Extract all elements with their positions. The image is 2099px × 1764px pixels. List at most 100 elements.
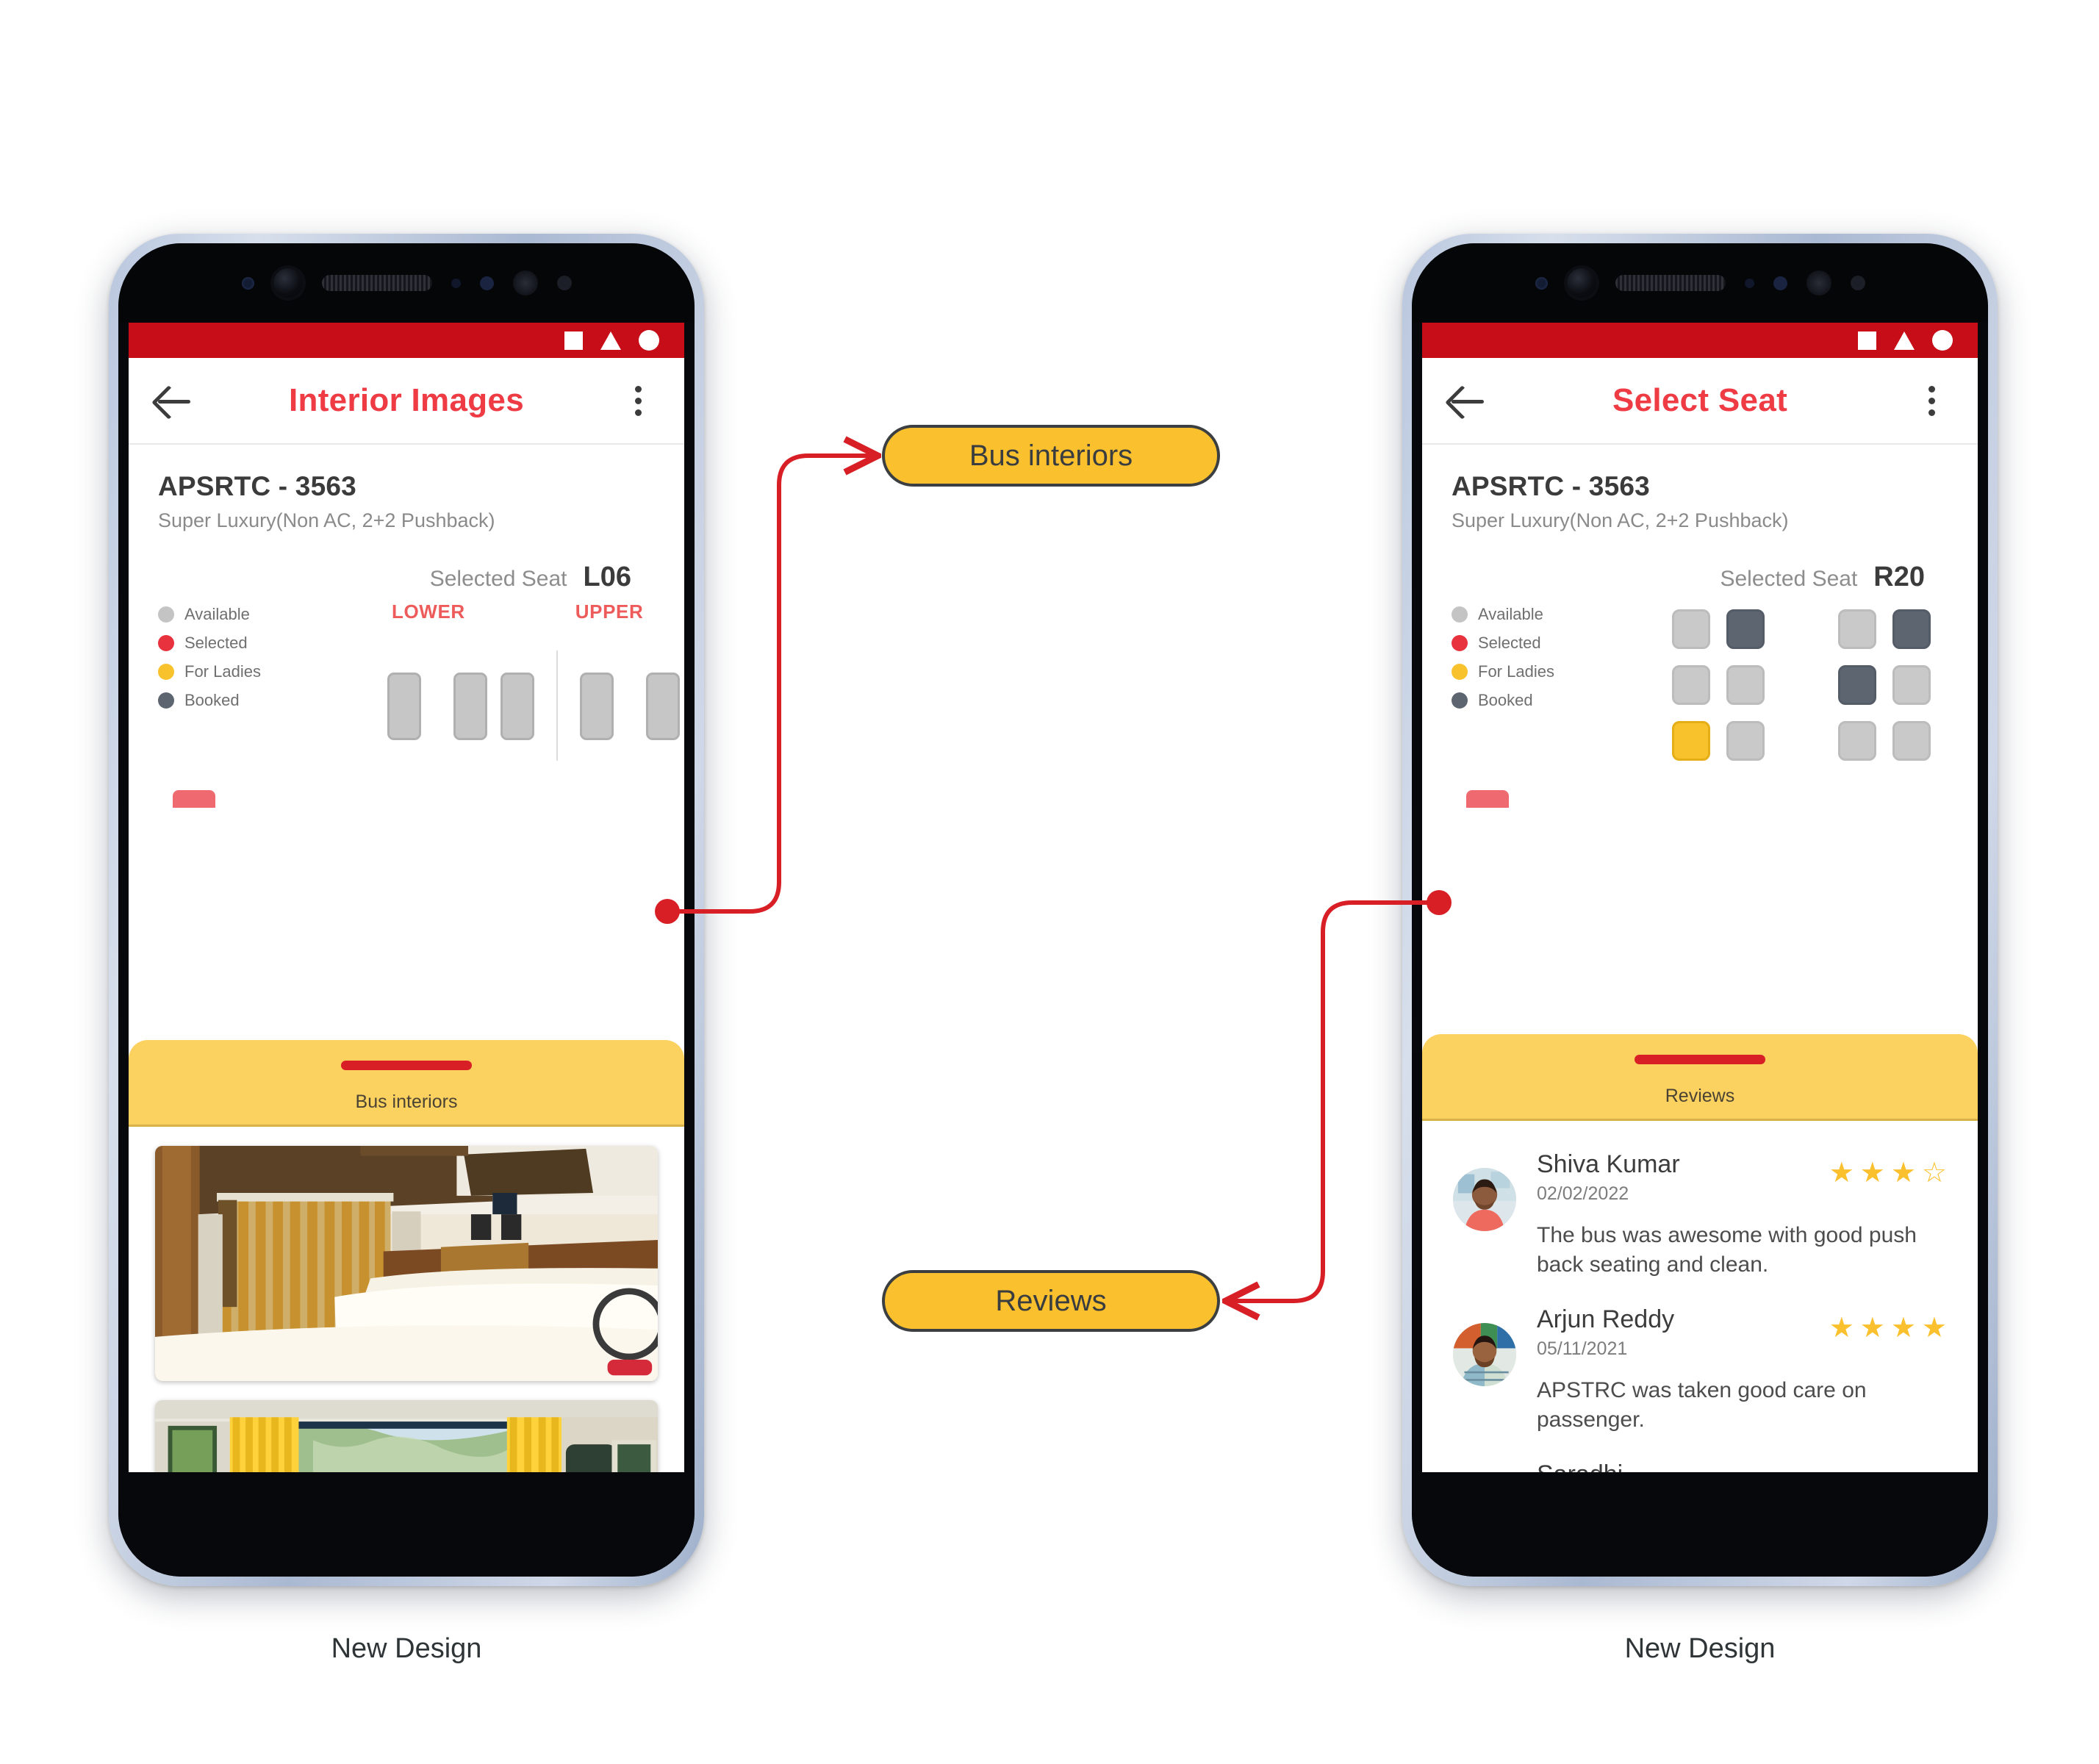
legend-item-selected: Selected [1452, 634, 1643, 653]
tab-active-indicator [1635, 1055, 1765, 1064]
seat-available[interactable] [1672, 609, 1710, 649]
square-icon [564, 331, 583, 350]
back-arrow-icon[interactable] [1449, 381, 1488, 420]
left-phone-caption: New Design [331, 1633, 482, 1664]
left-seat-map-area: Available Selected For Ladies Booked LOW… [129, 593, 684, 814]
seat-booked[interactable] [1726, 609, 1765, 649]
star-filled: ★ [1921, 1313, 1947, 1344]
legend-label-available: Available [184, 605, 250, 623]
tab-active-indicator [341, 1061, 472, 1070]
legend-item-for-ladies: For Ladies [1452, 662, 1643, 681]
deck-labels: LOWER UPPER [371, 600, 684, 623]
legend-item-selected: Selected [158, 634, 349, 653]
legend-dot-selected [1452, 635, 1468, 651]
legend-item-booked: Booked [1452, 691, 1643, 710]
legend-label-booked: Booked [1478, 691, 1533, 709]
callout-bus-interiors[interactable]: Bus interiors [882, 425, 1220, 487]
legend-dot-for-ladies [1452, 664, 1468, 680]
triangle-icon [1894, 331, 1915, 350]
iris-sensor-icon [479, 276, 494, 290]
seat-row [1672, 721, 1931, 761]
back-arrow-icon[interactable] [155, 381, 195, 420]
kebab-menu-icon[interactable] [618, 385, 658, 416]
right-app-bar: Select Seat [1422, 358, 1978, 445]
bus-type: Super Luxury(Non AC, 2+2 Pushback) [158, 509, 495, 531]
callout-reviews[interactable]: Reviews [882, 1270, 1220, 1332]
legend-item-available: Available [1452, 605, 1643, 624]
right-status-bar [1422, 323, 1978, 358]
right-tab-reviews[interactable]: Reviews [1422, 1034, 1978, 1121]
left-tab-bus-interiors[interactable]: Bus interiors [129, 1040, 684, 1127]
star-filled: ★ [1890, 1158, 1916, 1188]
rating-stars: ★ ★ ★ ☆ [1829, 1150, 1947, 1187]
right-phone-body: Select Seat APSRTC - 3563 Super Luxury(N… [1412, 243, 1988, 1577]
tab-label: Bus interiors [355, 1091, 458, 1112]
legend-label-selected: Selected [1478, 634, 1541, 652]
review-item: Shiva Kumar 02/02/2022 ★ ★ ★ ☆ The bus w… [1422, 1131, 1978, 1286]
berth-seat[interactable] [500, 673, 534, 740]
seat-available[interactable] [1892, 721, 1931, 761]
legend-label-selected: Selected [184, 634, 248, 652]
front-camera-icon [1566, 268, 1596, 298]
seat-available[interactable] [1726, 665, 1765, 705]
seat-for-ladies[interactable] [1672, 721, 1710, 761]
light-sensor-icon [451, 278, 461, 288]
page-canvas: Interior Images APSRTC - 3563 Super Luxu… [0, 0, 2099, 1764]
reviews-list[interactable]: Shiva Kumar 02/02/2022 ★ ★ ★ ☆ The bus w… [1422, 1121, 1978, 1491]
seat-available[interactable] [1892, 665, 1931, 705]
light-sensor-icon [1744, 278, 1754, 288]
tab-label: Reviews [1665, 1086, 1735, 1106]
legend-dot-for-ladies [158, 664, 174, 680]
square-icon [1858, 331, 1876, 350]
seat-available[interactable] [1672, 665, 1710, 705]
bus-type: Super Luxury(Non AC, 2+2 Pushback) [1452, 509, 1789, 531]
right-phone-mockup: Select Seat APSRTC - 3563 Super Luxury(N… [1402, 234, 1998, 1586]
led-indicator-icon [1850, 276, 1865, 290]
seat-grid [1672, 609, 1931, 777]
phone-sensor-strip [118, 243, 695, 323]
selected-seat-marker [1466, 790, 1509, 808]
review-text: The bus was awesome with good push back … [1537, 1223, 1917, 1277]
ir-emitter-icon [1806, 270, 1831, 295]
interior-photo-sleeper-berth-orange-curtain[interactable] [155, 1146, 658, 1381]
left-phone-chin [118, 1472, 695, 1577]
triangle-icon [600, 331, 621, 350]
right-legend: Available Selected For Ladies Booked [1452, 605, 1643, 720]
seat-available[interactable] [1726, 721, 1765, 761]
right-phone-screen: Select Seat APSRTC - 3563 Super Luxury(N… [1422, 323, 1978, 1491]
berth-seat[interactable] [646, 673, 680, 740]
deck-label-upper: UPPER [575, 600, 644, 623]
deck-label-lower: LOWER [392, 600, 465, 623]
star-filled: ★ [1890, 1313, 1916, 1344]
ir-emitter-icon [512, 270, 538, 295]
berth-seat[interactable] [453, 673, 487, 740]
page-title: Interior Images [289, 382, 524, 418]
seat-booked[interactable] [1892, 609, 1931, 649]
star-filled: ★ [1829, 1313, 1854, 1344]
star-empty: ☆ [1921, 1158, 1947, 1188]
selected-seat-value: L06 [583, 562, 631, 592]
bus-name: APSRTC - 3563 [158, 471, 356, 501]
interior-photo-list[interactable] [129, 1127, 684, 1491]
seat-available[interactable] [1838, 721, 1876, 761]
avatar [1453, 1168, 1516, 1231]
berth-seat[interactable] [387, 673, 421, 740]
kebab-menu-icon[interactable] [1912, 385, 1951, 416]
legend-label-booked: Booked [184, 691, 240, 709]
right-seat-map-area: Available Selected For Ladies Booked [1422, 593, 1978, 814]
circle-icon [1932, 330, 1953, 351]
star-filled: ★ [1829, 1158, 1854, 1188]
star-filled: ★ [1859, 1313, 1885, 1344]
review-date: 02/02/2022 [1537, 1183, 1629, 1204]
legend-dot-available [158, 606, 174, 623]
front-camera-icon [273, 268, 303, 298]
proximity-sensor-icon [241, 276, 254, 290]
berth-seat[interactable] [580, 673, 614, 740]
review-date: 05/11/2021 [1537, 1338, 1628, 1360]
earpiece-speaker-icon [1615, 275, 1726, 291]
seat-available[interactable] [1838, 609, 1876, 649]
left-phone-mockup: Interior Images APSRTC - 3563 Super Luxu… [109, 234, 704, 1586]
review-text: APSTRC was taken good care on passenger. [1537, 1378, 1867, 1432]
legend-item-booked: Booked [158, 691, 349, 710]
seat-booked[interactable] [1838, 665, 1876, 705]
